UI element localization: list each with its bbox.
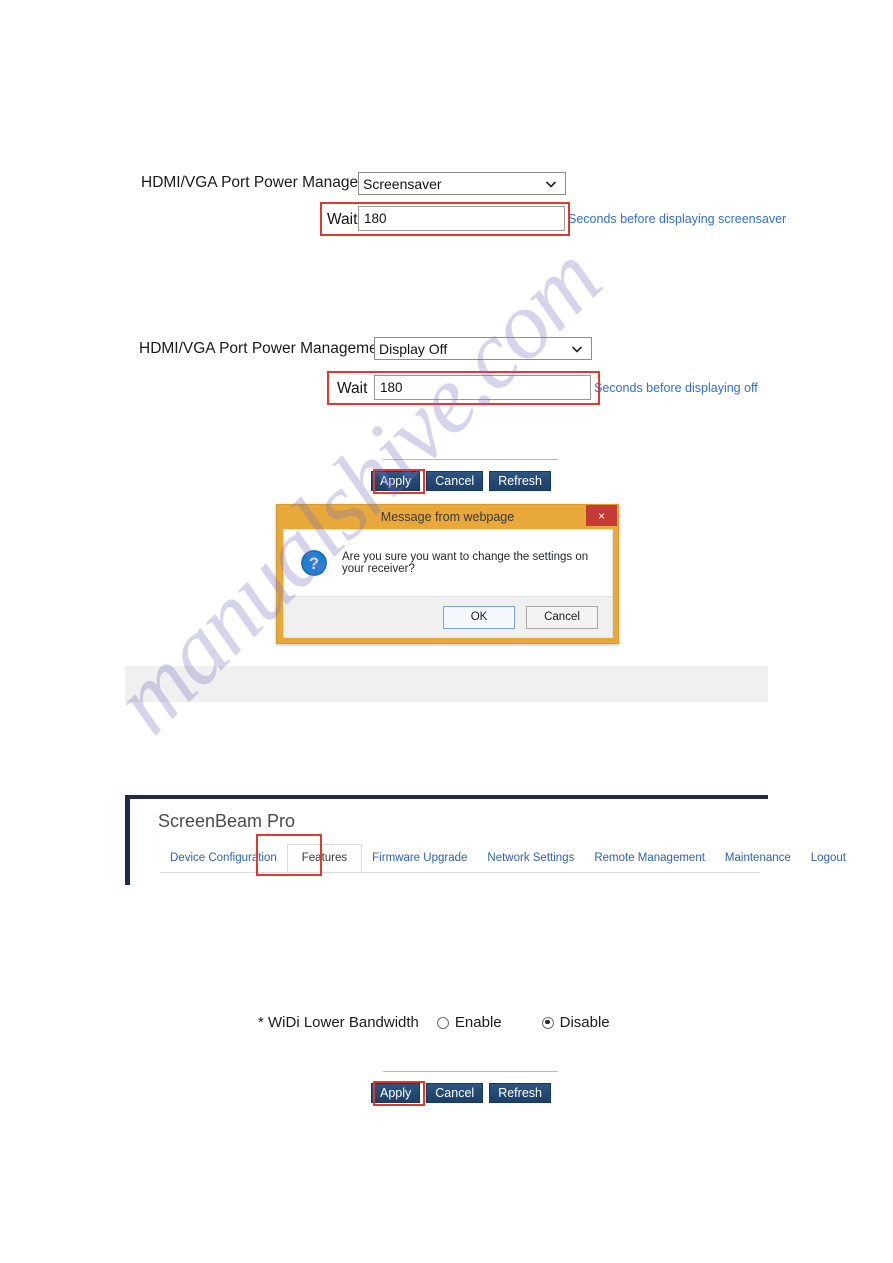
widi-disable-label: Disable — [559, 1014, 610, 1031]
hdmi-vga-power-management-label-1: HDMI/VGA Port Power Management — [141, 174, 393, 191]
wait-hint-2: Seconds before displaying off — [594, 381, 758, 395]
power-management-select-1[interactable]: Screensaver — [358, 172, 566, 195]
power-management-select-2[interactable]: Display Off — [374, 337, 592, 360]
refresh-button-bottom[interactable]: Refresh — [489, 1083, 551, 1103]
radio-disable[interactable] — [541, 1016, 554, 1029]
screenbeam-brand-title: ScreenBeam Pro — [158, 811, 296, 831]
close-icon[interactable]: × — [586, 505, 617, 526]
widi-lower-bandwidth-row: * WiDi Lower Bandwidth Enable Disable — [258, 1014, 610, 1031]
nav-item-logout[interactable]: Logout — [801, 845, 856, 872]
widi-enable-option[interactable]: Enable — [436, 1014, 502, 1031]
chevron-down-icon — [545, 180, 557, 188]
nav-item-firmware-upgrade[interactable]: Firmware Upgrade — [362, 845, 477, 872]
action-bar-divider-bottom — [383, 1071, 558, 1072]
widi-disable-option[interactable]: Disable — [541, 1014, 610, 1031]
nav-item-network-settings[interactable]: Network Settings — [477, 845, 584, 872]
radio-enable[interactable] — [436, 1016, 449, 1029]
dialog-cancel-button[interactable]: Cancel — [526, 605, 598, 629]
nav-item-maintenance[interactable]: Maintenance — [715, 845, 801, 872]
dialog-message: Are you sure you want to change the sett… — [342, 551, 589, 575]
svg-text:?: ? — [309, 554, 319, 573]
apply-button-highlight-top — [373, 469, 425, 494]
dialog-footer: OK Cancel — [283, 597, 613, 638]
power-management-select-value-2: Display Off — [379, 340, 448, 357]
question-icon: ? — [301, 550, 327, 576]
wait-hint-1: Seconds before displaying screensaver — [568, 212, 787, 226]
widi-enable-label: Enable — [454, 1014, 502, 1031]
section-separator-band — [125, 666, 768, 702]
wait-field-highlight-1 — [320, 202, 570, 236]
dialog-title: Message from webpage — [380, 509, 515, 524]
chevron-down-icon — [571, 345, 583, 353]
cancel-button-bottom[interactable]: Cancel — [426, 1083, 484, 1103]
dialog-body: ? Are you sure you want to change the se… — [283, 529, 613, 597]
nav-item-remote-management[interactable]: Remote Management — [584, 845, 715, 872]
features-tab-highlight — [256, 834, 322, 876]
cancel-button[interactable]: Cancel — [426, 471, 484, 491]
power-management-select-value-1: Screensaver — [363, 175, 442, 192]
apply-button-highlight-bottom — [373, 1081, 425, 1106]
nav-underline — [160, 872, 760, 873]
action-bar-divider — [383, 459, 558, 460]
widi-lower-bandwidth-label: * WiDi Lower Bandwidth — [258, 1014, 419, 1031]
refresh-button[interactable]: Refresh — [489, 471, 551, 491]
dialog-titlebar: Message from webpage × — [277, 505, 618, 528]
dialog-ok-button[interactable]: OK — [443, 605, 515, 629]
hdmi-vga-power-management-label-2: HDMI/VGA Port Power Management — [139, 340, 391, 357]
confirmation-dialog: Message from webpage × ? Are you sure yo… — [276, 504, 619, 644]
screenbeam-panel: ScreenBeam Pro Device Configuration Feat… — [125, 795, 846, 885]
wait-field-highlight-2 — [327, 371, 600, 405]
